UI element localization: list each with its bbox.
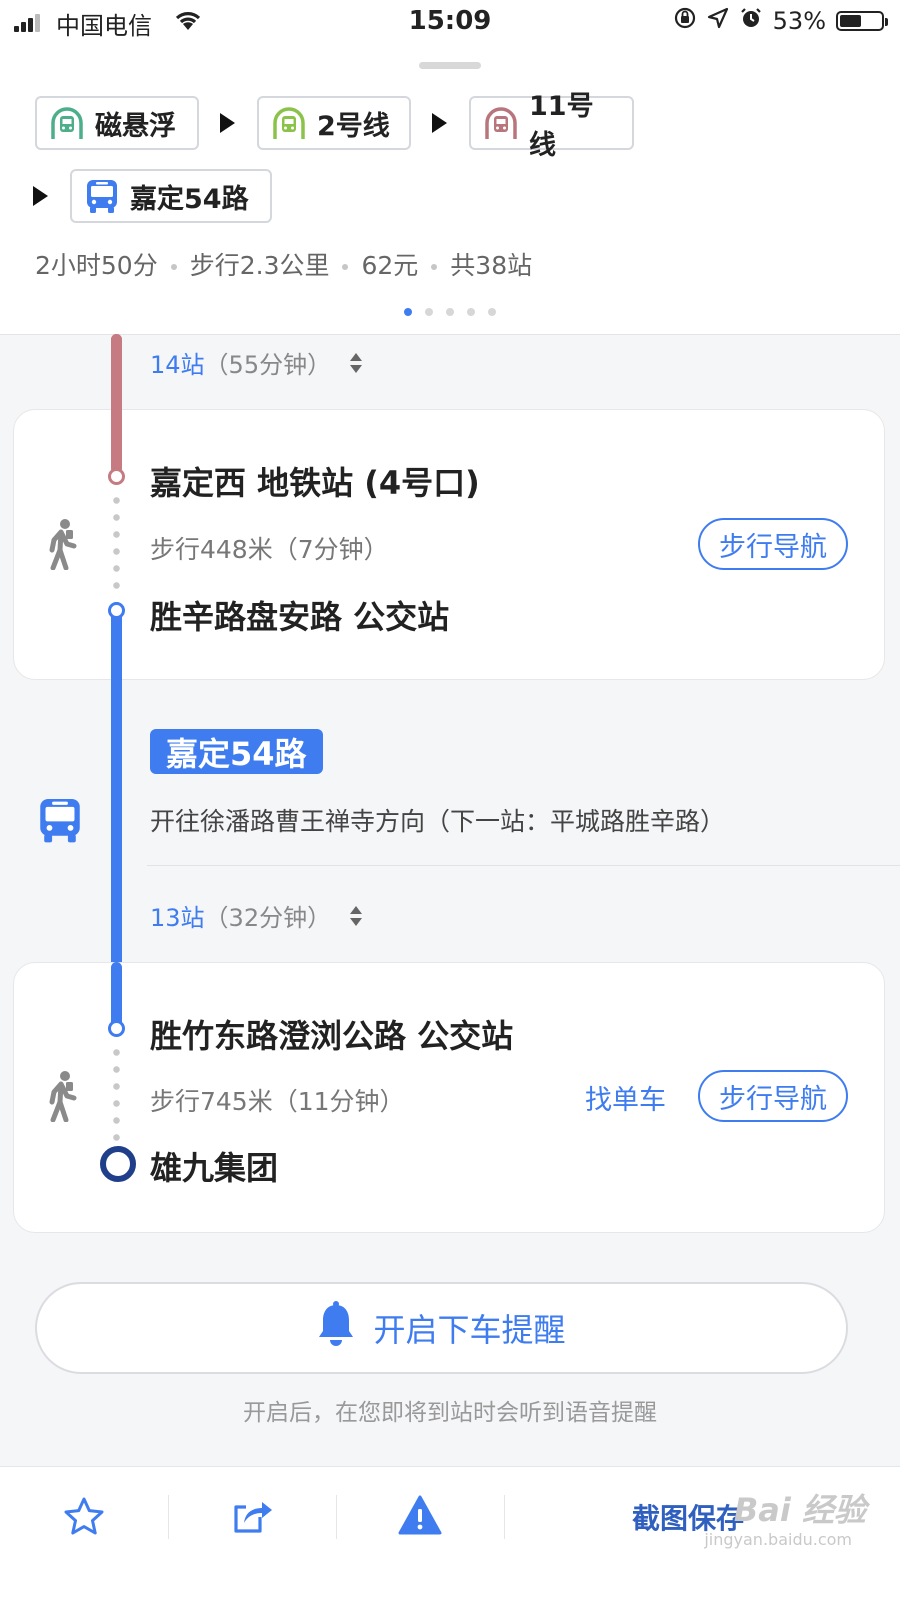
total-duration: 2小时50分	[35, 251, 158, 280]
share-icon[interactable]	[230, 1495, 274, 1539]
battery-percent: 53%	[772, 7, 826, 35]
alarm-icon	[739, 6, 763, 36]
station-name: 胜辛路盘安路 公交站	[150, 598, 450, 636]
metro-icon	[483, 105, 519, 141]
walk-description: 步行448米（7分钟）	[150, 535, 389, 564]
route-chip-line11[interactable]: 11号线	[469, 91, 634, 161]
watermark: Bai 经验	[733, 1491, 866, 1529]
arrival-reminder-button[interactable]: 开启下车提醒	[35, 1282, 848, 1374]
metro-line-segment-overlay	[111, 334, 122, 474]
pager-dot[interactable]	[488, 308, 496, 316]
bus-alight-node	[108, 1020, 125, 1037]
route-arrow-icon	[432, 113, 447, 133]
battery-icon	[836, 11, 888, 31]
metro-icon	[49, 105, 85, 141]
fare: 62元	[361, 251, 419, 280]
watermark-url: jingyan.baidu.com	[704, 1530, 852, 1549]
divider	[168, 1495, 169, 1539]
route-chip-bus[interactable]: 嘉定54路	[70, 169, 272, 223]
route-chip-maglev[interactable]: 磁悬浮	[35, 96, 199, 150]
route-chip-label: 嘉定54路	[130, 183, 249, 215]
pager-dot[interactable]	[467, 308, 475, 316]
location-icon	[707, 7, 729, 35]
destination-node	[100, 1146, 136, 1182]
route-meta: 2小时50分 步行2.3公里 62元 共38站	[35, 246, 532, 282]
route-pager[interactable]	[0, 308, 900, 316]
bell-icon	[317, 1301, 355, 1355]
bus-line-tag[interactable]: 嘉定54路	[150, 729, 323, 774]
expand-stops-icon	[349, 351, 363, 381]
walk-dotted-line	[113, 1044, 120, 1144]
status-right: 53%	[673, 6, 888, 36]
station-name: 嘉定西 地铁站 (4号口)	[150, 464, 480, 502]
rotation-lock-icon	[673, 6, 697, 36]
total-stops: 共38站	[450, 251, 533, 280]
walk-icon	[44, 1070, 78, 1126]
route-chip-label: 2号线	[317, 110, 390, 142]
route-chip-line2[interactable]: 2号线	[257, 96, 411, 150]
destination-name: 雄九集团	[150, 1149, 279, 1187]
bus-stop-count[interactable]: 13站（32分钟）	[150, 898, 363, 934]
walk-dotted-line	[113, 492, 120, 592]
metro-stop-count[interactable]: 14站（55分钟）	[150, 345, 363, 381]
drag-handle[interactable]	[419, 62, 481, 69]
arrival-reminder-label: 开启下车提醒	[373, 1311, 566, 1349]
status-bar: 中国电信 15:09 53%	[0, 0, 900, 46]
expand-stops-icon	[349, 904, 363, 934]
star-icon[interactable]	[62, 1495, 106, 1539]
metro-icon	[271, 105, 307, 141]
route-chip-label: 磁悬浮	[95, 110, 176, 142]
route-chip-label: 11号线	[529, 91, 594, 161]
find-bike-button[interactable]: 找单车	[585, 1078, 666, 1117]
route-arrow-icon	[33, 186, 48, 206]
route-arrow-icon	[220, 113, 235, 133]
station-name: 胜竹东路澄浏公路 公交站	[150, 1017, 514, 1055]
divider	[504, 1495, 505, 1539]
divider	[336, 1495, 337, 1539]
walk-distance: 步行2.3公里	[189, 251, 330, 280]
pager-dot[interactable]	[404, 308, 412, 316]
bus-icon	[36, 795, 84, 849]
divider	[147, 865, 900, 866]
bus-direction: 开往徐潘路曹王禅寺方向（下一站：平城路胜辛路）	[150, 807, 726, 836]
pager-dot[interactable]	[425, 308, 433, 316]
warning-icon[interactable]	[398, 1495, 442, 1537]
reminder-hint: 开启后，在您即将到站时会听到语音提醒	[243, 1400, 657, 1426]
walk-navigation-button[interactable]: 步行导航	[698, 518, 848, 570]
bus-icon	[84, 177, 120, 215]
walk-description: 步行745米（11分钟）	[150, 1087, 405, 1116]
walk-navigation-button[interactable]: 步行导航	[698, 1070, 848, 1122]
walk-icon	[44, 518, 78, 574]
pager-dot[interactable]	[446, 308, 454, 316]
metro-exit-node	[108, 468, 125, 485]
bus-board-node	[108, 602, 125, 619]
route-summary-panel: 磁悬浮 2号线 11号线 嘉定54路 2小时50分 步行2.3公里 62元 共38站	[0, 46, 900, 335]
